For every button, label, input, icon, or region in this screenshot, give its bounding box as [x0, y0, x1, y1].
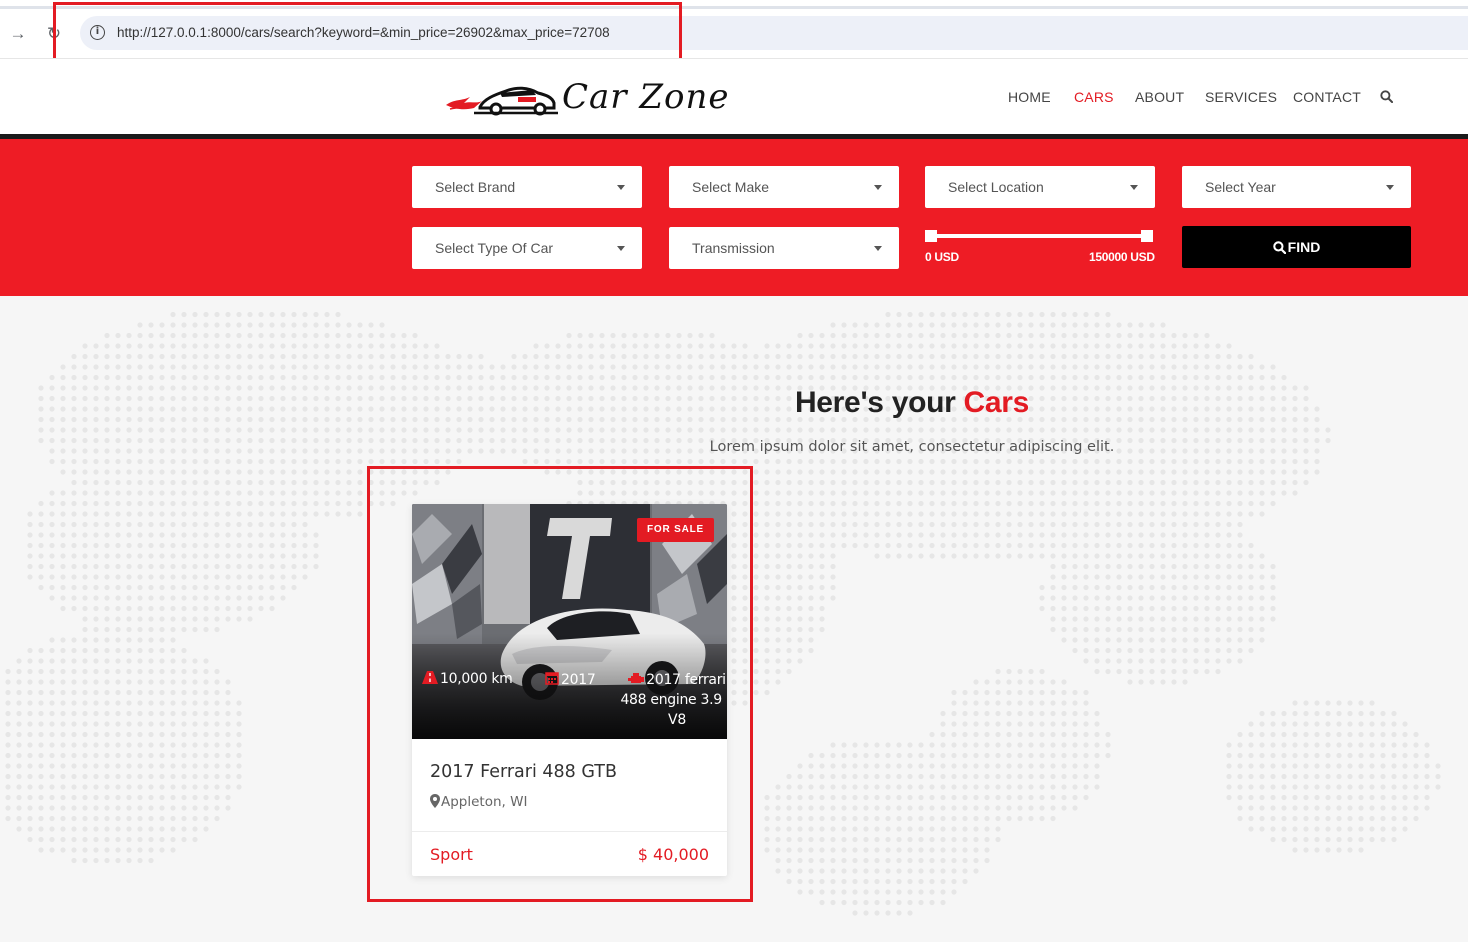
card-divider	[412, 831, 727, 832]
calendar-icon	[545, 672, 559, 685]
year-value: 2017	[561, 672, 596, 688]
search-icon[interactable]	[1380, 90, 1393, 103]
price-range-max-handle[interactable]	[1141, 230, 1153, 242]
car-logo-icon	[446, 86, 558, 116]
section-title: Here's your Cars	[0, 386, 1468, 420]
mileage-spec: 10,000 km	[422, 671, 513, 687]
transmission-select-label: Transmission	[692, 240, 775, 256]
nav-contact[interactable]: CONTACT	[1293, 89, 1361, 105]
logo-text: Car Zone	[562, 77, 730, 117]
nav-cars[interactable]: CARS	[1074, 89, 1114, 105]
year-select[interactable]: Select Year	[1182, 166, 1411, 208]
car-location: Appleton, WI	[430, 794, 527, 810]
section-title-prefix: Here's your	[794, 386, 964, 419]
find-button-label: FIND	[1287, 239, 1321, 255]
section-subtitle: Lorem ipsum dolor sit amet, consectetur …	[709, 439, 1115, 455]
chevron-down-icon	[1130, 185, 1138, 190]
car-photo[interactable]: FOR SALE 10,000 km 2017 2017 ferrari 488…	[412, 504, 727, 739]
car-type-select-label: Select Type Of Car	[435, 240, 554, 256]
section-title-highlight: Cars	[963, 386, 1030, 419]
car-card[interactable]: FOR SALE 10,000 km 2017 2017 ferrari 488…	[412, 504, 727, 876]
chevron-down-icon	[617, 185, 625, 190]
search-panel: Select Brand Select Make Select Location…	[0, 139, 1468, 296]
nav-home[interactable]: HOME	[1008, 89, 1051, 105]
make-select[interactable]: Select Make	[669, 166, 899, 208]
price-range-min-handle[interactable]	[925, 230, 937, 242]
brand-select[interactable]: Select Brand	[412, 166, 642, 208]
make-select-label: Select Make	[692, 179, 770, 195]
browser-toolbar: → ↻ i http://127.0.0.1:8000/cars/search?…	[0, 0, 1468, 61]
price-max-label: 150000 USD	[1089, 250, 1155, 264]
cars-section: Here's your Cars Lorem ipsum dolor sit a…	[0, 296, 1468, 942]
forward-arrow-icon[interactable]: →	[6, 22, 30, 46]
price-min-label: 0 USD	[925, 250, 959, 264]
car-price: $ 40,000	[637, 845, 709, 864]
year-spec: 2017	[545, 671, 596, 688]
brand-select-label: Select Brand	[435, 179, 516, 195]
car-location-value: Appleton, WI	[441, 794, 528, 810]
chevron-down-icon	[1386, 185, 1394, 190]
url-highlight-box	[53, 2, 682, 61]
location-select[interactable]: Select Location	[925, 166, 1155, 208]
chevron-down-icon	[874, 185, 882, 190]
transmission-select[interactable]: Transmission	[669, 227, 899, 269]
for-sale-badge: FOR SALE	[637, 518, 714, 542]
chevron-down-icon	[617, 246, 625, 251]
year-select-label: Select Year	[1205, 179, 1276, 195]
car-title[interactable]: 2017 Ferrari 488 GTB	[430, 762, 617, 782]
engine-icon	[628, 673, 645, 683]
engine-spec: 2017 ferrari 488 engine 3.9 L V8	[617, 670, 727, 730]
nav-services[interactable]: SERVICES	[1205, 89, 1277, 105]
map-marker-icon	[430, 794, 440, 808]
find-button[interactable]: FIND	[1182, 226, 1411, 268]
nav-about[interactable]: ABOUT	[1135, 89, 1184, 105]
price-range-track[interactable]	[930, 234, 1148, 238]
mileage-value: 10,000 km	[440, 671, 513, 687]
car-type-select[interactable]: Select Type Of Car	[412, 227, 642, 269]
road-icon	[422, 671, 438, 684]
site-header: Car Zone HOME CARS ABOUT SERVICES CONTAC…	[0, 58, 1468, 135]
car-type: Sport	[430, 845, 473, 864]
search-icon	[1272, 241, 1286, 255]
chevron-down-icon	[874, 246, 882, 251]
location-select-label: Select Location	[948, 179, 1044, 195]
site-logo[interactable]: Car Zone	[444, 77, 728, 121]
